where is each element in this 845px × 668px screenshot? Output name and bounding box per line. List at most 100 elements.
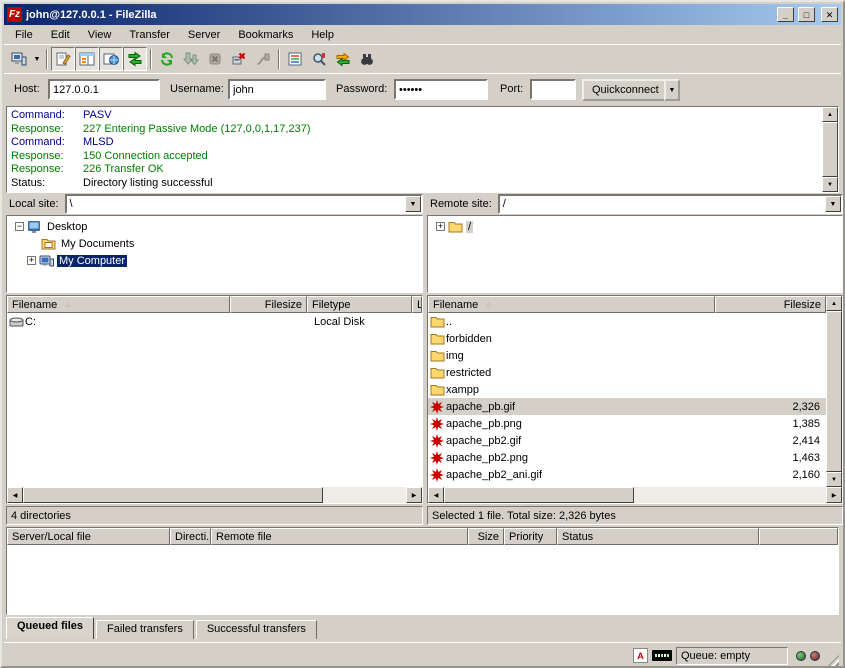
folder-icon xyxy=(430,383,445,396)
local-directory-tree: − Desktop My Documents + My Computer xyxy=(6,215,423,293)
scrollbar-thumb[interactable] xyxy=(23,487,323,503)
host-input[interactable] xyxy=(48,79,160,100)
scroll-up-icon[interactable]: ▲ xyxy=(826,296,842,311)
file-name: apache_pb2.png xyxy=(446,452,722,464)
toggle-log-button[interactable] xyxy=(51,47,75,71)
file-size: 2,414 xyxy=(722,435,826,447)
remote-horizontal-scrollbar[interactable]: ◀ ▶ xyxy=(428,487,842,503)
expand-icon[interactable]: + xyxy=(436,222,445,231)
tree-item-desktop[interactable]: − Desktop xyxy=(7,218,422,235)
remote-site-combo[interactable]: / ▼ xyxy=(498,194,843,214)
scroll-right-icon[interactable]: ▶ xyxy=(826,487,842,503)
scrollbar-thumb[interactable] xyxy=(822,122,838,177)
expand-icon[interactable]: + xyxy=(27,256,36,265)
tree-item-root[interactable]: + / xyxy=(428,218,842,235)
menu-file[interactable]: File xyxy=(6,27,42,43)
remote-file-row[interactable]: apache_pb2.gif 2,414 xyxy=(428,432,826,449)
column-header-direction[interactable]: Directi... xyxy=(170,528,211,545)
column-header-size[interactable]: Size xyxy=(468,528,504,545)
scroll-left-icon[interactable]: ◀ xyxy=(428,487,444,503)
column-header-filesize[interactable]: Filesize xyxy=(715,296,826,313)
scroll-down-icon[interactable]: ▼ xyxy=(822,177,838,192)
local-horizontal-scrollbar[interactable]: ◀ ▶ xyxy=(7,487,422,503)
directory-compare-button[interactable] xyxy=(307,47,331,71)
remote-file-row[interactable]: restricted xyxy=(428,364,826,381)
tab-successful-transfers[interactable]: Successful transfers xyxy=(196,620,317,639)
column-header-last-modified[interactable]: L xyxy=(412,296,422,313)
column-header-priority[interactable]: Priority xyxy=(504,528,557,545)
synchronized-browsing-button[interactable] xyxy=(331,47,355,71)
directory-compare-icon xyxy=(311,51,327,67)
menu-edit[interactable]: Edit xyxy=(42,27,79,43)
tab-queued-files[interactable]: Queued files xyxy=(6,617,94,639)
column-header-filesize[interactable]: Filesize xyxy=(230,296,307,313)
window-title: john@127.0.0.1 - FileZilla xyxy=(26,9,773,21)
remote-file-row[interactable]: img xyxy=(428,347,826,364)
column-header-filename[interactable]: Filename▵ xyxy=(428,296,715,313)
maximize-button[interactable]: □ xyxy=(798,7,815,22)
cancel-button[interactable] xyxy=(203,47,227,71)
remote-file-row[interactable]: apache_pb.png 1,385 xyxy=(428,415,826,432)
menu-server[interactable]: Server xyxy=(179,27,229,43)
column-header-filetype[interactable]: Filetype xyxy=(307,296,412,313)
reconnect-button[interactable] xyxy=(251,47,275,71)
tab-failed-transfers[interactable]: Failed transfers xyxy=(96,620,194,639)
minimize-button[interactable]: _ xyxy=(777,7,794,22)
image-file-icon xyxy=(430,417,444,431)
folder-icon xyxy=(430,349,445,362)
toggle-remote-pane-button[interactable] xyxy=(99,47,123,71)
toolbar: ▼ xyxy=(4,44,841,73)
site-manager-icon xyxy=(11,51,27,67)
log-vertical-scrollbar[interactable]: ▲ ▼ xyxy=(822,107,838,192)
column-header-remote-file[interactable]: Remote file xyxy=(211,528,468,545)
close-button[interactable]: ✕ xyxy=(821,7,838,22)
column-header-status[interactable]: Status xyxy=(557,528,759,545)
port-input[interactable] xyxy=(530,79,576,100)
menu-bookmarks[interactable]: Bookmarks xyxy=(229,27,302,43)
remote-file-row[interactable]: forbidden xyxy=(428,330,826,347)
column-header-server-local-file[interactable]: Server/Local file xyxy=(7,528,170,545)
local-site-combo[interactable]: \ ▼ xyxy=(65,194,423,214)
status-bar: A Queue: empty xyxy=(4,642,841,668)
menu-view[interactable]: View xyxy=(79,27,121,43)
menu-help[interactable]: Help xyxy=(302,27,343,43)
chevron-down-icon[interactable]: ▼ xyxy=(405,196,421,212)
tree-item-my-documents[interactable]: My Documents xyxy=(7,235,422,252)
process-queue-button[interactable] xyxy=(179,47,203,71)
toggle-queue-button[interactable] xyxy=(123,47,147,71)
scroll-right-icon[interactable]: ▶ xyxy=(406,487,422,503)
directory-filters-button[interactable] xyxy=(283,47,307,71)
folder-up-icon xyxy=(430,315,445,328)
refresh-button[interactable] xyxy=(155,47,179,71)
local-file-row[interactable]: C: Local Disk xyxy=(7,313,422,330)
scroll-up-icon[interactable]: ▲ xyxy=(822,107,838,122)
resize-grip[interactable] xyxy=(826,655,839,668)
local-file-list: Filename▵ Filesize Filetype L C: Local D… xyxy=(6,295,423,504)
remote-file-row-selected[interactable]: apache_pb.gif 2,326 xyxy=(428,398,826,415)
remote-vertical-scrollbar[interactable]: ▲ ▼ xyxy=(826,296,842,487)
quickconnect-button[interactable]: Quickconnect xyxy=(582,79,669,101)
queue-tabs: Queued files Failed transfers Successful… xyxy=(6,615,839,639)
scrollbar-thumb[interactable] xyxy=(444,487,634,503)
remote-file-row[interactable]: apache_pb2_ani.gif 2,160 xyxy=(428,466,826,483)
toggle-local-pane-button[interactable] xyxy=(75,47,99,71)
quickconnect-dropdown[interactable]: ▼ xyxy=(664,79,680,101)
username-input[interactable] xyxy=(228,79,326,100)
cancel-icon xyxy=(207,51,223,67)
collapse-icon[interactable]: − xyxy=(15,222,24,231)
chevron-down-icon[interactable]: ▼ xyxy=(825,196,841,212)
site-manager-button[interactable] xyxy=(7,47,31,71)
remote-file-row[interactable]: apache_pb2.png 1,463 xyxy=(428,449,826,466)
scrollbar-thumb[interactable] xyxy=(826,311,842,472)
scroll-down-icon[interactable]: ▼ xyxy=(826,472,842,487)
password-input[interactable] xyxy=(394,79,488,100)
disconnect-button[interactable] xyxy=(227,47,251,71)
menu-transfer[interactable]: Transfer xyxy=(120,27,179,43)
find-files-button[interactable] xyxy=(355,47,379,71)
remote-file-row[interactable]: xampp xyxy=(428,381,826,398)
remote-file-row[interactable]: .. xyxy=(428,313,826,330)
site-manager-dropdown[interactable]: ▼ xyxy=(31,47,43,71)
tree-item-my-computer[interactable]: + My Computer xyxy=(7,252,422,269)
scroll-left-icon[interactable]: ◀ xyxy=(7,487,23,503)
column-header-filename[interactable]: Filename▵ xyxy=(7,296,230,313)
